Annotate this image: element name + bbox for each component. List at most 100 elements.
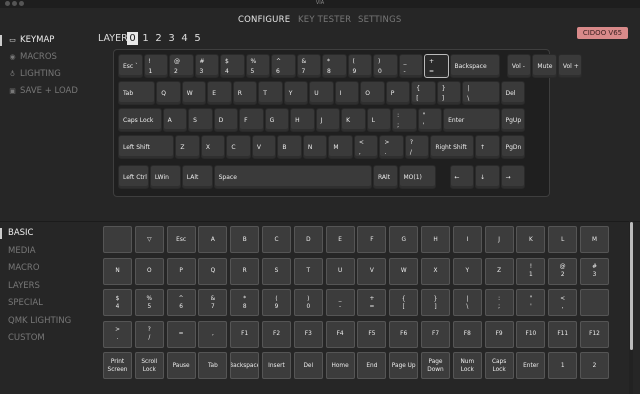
key-row2-12[interactable]: }] (436, 81, 462, 105)
keycode-2-6[interactable]: ) 0 (293, 289, 323, 316)
key-row4-8[interactable]: <, (353, 135, 379, 159)
layer-1-button[interactable]: 1 (140, 32, 151, 45)
key-row2-13[interactable]: | \ (462, 81, 500, 105)
keycode-4-15[interactable]: 2 (580, 352, 609, 379)
key-row2-1[interactable]: Q (156, 81, 181, 105)
keycode-0-7[interactable]: E (325, 226, 355, 253)
layer-4-button[interactable]: 4 (179, 32, 190, 45)
keycode-3-5[interactable]: F2 (262, 320, 291, 348)
key-row1-13[interactable]: Backspace (449, 54, 500, 78)
keycode-0-3[interactable]: A (198, 226, 228, 253)
keycode-0-10[interactable]: H (421, 226, 450, 253)
category-basic[interactable]: BASIC (8, 228, 33, 238)
keycode-2-14[interactable]: <, (548, 289, 578, 316)
keycode-4-14[interactable]: 1 (548, 352, 578, 379)
keycode-0-0[interactable] (103, 226, 132, 253)
keycode-0-12[interactable]: J (484, 226, 514, 253)
keycode-3-12[interactable]: F9 (484, 320, 514, 348)
key-row1-10[interactable]: ) 0 (373, 54, 398, 78)
keycode-1-9[interactable]: W (389, 257, 419, 285)
key-row4-11[interactable]: Right Shift (430, 135, 474, 159)
key-row2-10[interactable]: P (385, 81, 411, 105)
key-row5-3[interactable]: Space (213, 165, 372, 189)
key-row3-5[interactable]: G (264, 108, 290, 132)
key-row2-11[interactable]: {[ (411, 81, 436, 105)
key-row1-9[interactable]: (9 (347, 54, 372, 78)
keycode-2-7[interactable]: _ - (325, 289, 355, 316)
keycode-4-11[interactable]: Num Lock (452, 352, 482, 379)
keycode-2-12[interactable]: :; (484, 289, 514, 316)
category-custom[interactable]: CUSTOM (8, 333, 45, 343)
keycode-2-13[interactable]: " ' (516, 289, 546, 316)
key-row4-2[interactable]: X (200, 135, 226, 159)
key-row3-6[interactable]: H (290, 108, 315, 132)
keycode-1-3[interactable]: Q (198, 257, 228, 285)
key-row1-0[interactable]: Esc ` (118, 54, 143, 78)
tab-configure[interactable]: CONFIGURE (238, 15, 290, 25)
key-row5-4[interactable]: RAlt (373, 165, 398, 189)
key-row5-6[interactable]: ← (449, 165, 474, 189)
key-row3-12[interactable]: Enter (443, 108, 500, 132)
layer-2-button[interactable]: 2 (153, 32, 164, 45)
key-row1-12[interactable]: + = (424, 54, 449, 78)
keycode-4-12[interactable]: Caps Lock (484, 352, 514, 379)
key-row3-9[interactable]: L (366, 108, 392, 132)
keycode-1-6[interactable]: T (293, 257, 323, 285)
key-row4-0[interactable]: Left Shift (118, 135, 175, 159)
key-row2-6[interactable]: Y (283, 81, 309, 105)
key-row3-7[interactable]: J (315, 108, 341, 132)
keycode-0-13[interactable]: K (516, 226, 546, 253)
keycode-1-12[interactable]: Z (484, 257, 514, 285)
keycode-3-8[interactable]: F5 (357, 320, 387, 348)
keycode-2-15[interactable] (580, 289, 609, 316)
keycode-2-1[interactable]: % 5 (134, 289, 164, 316)
keycode-3-0[interactable]: >. (103, 320, 132, 348)
key-row1-2[interactable]: @2 (169, 54, 194, 78)
key-row4-12[interactable]: ↑ (475, 135, 500, 159)
keycode-0-1[interactable]: ▽ (134, 226, 164, 253)
key-row3-0[interactable]: Caps Lock (118, 108, 162, 132)
keycode-4-0[interactable]: Print Screen (103, 352, 132, 379)
keycode-0-4[interactable]: B (230, 226, 260, 253)
keycode-0-14[interactable]: L (548, 226, 578, 253)
keycode-1-10[interactable]: X (421, 257, 450, 285)
keycode-3-15[interactable]: F12 (580, 320, 609, 348)
keycode-4-10[interactable]: Page Down (421, 352, 450, 379)
keycode-4-3[interactable]: Tab (198, 352, 228, 379)
keycode-3-11[interactable]: F8 (452, 320, 482, 348)
keycode-3-7[interactable]: F4 (325, 320, 355, 348)
key-row3-13[interactable]: PgUp (500, 108, 525, 132)
keycode-3-1[interactable]: ? / (134, 320, 164, 348)
key-row1-7[interactable]: & 7 (296, 54, 321, 78)
key-row3-4[interactable]: F (239, 108, 264, 132)
layer-5-button[interactable]: 5 (192, 32, 203, 45)
key-row1-5[interactable]: % 5 (245, 54, 270, 78)
key-row2-8[interactable]: I (334, 81, 360, 105)
keycode-0-2[interactable]: Esc (166, 226, 196, 253)
key-row5-2[interactable]: LAlt (181, 165, 213, 189)
keycode-1-7[interactable]: U (325, 257, 355, 285)
keycode-1-4[interactable]: R (230, 257, 260, 285)
key-row4-7[interactable]: M (328, 135, 353, 159)
layer-3-button[interactable]: 3 (166, 32, 177, 45)
keycode-3-9[interactable]: F6 (389, 320, 419, 348)
sidebar-item-save-load[interactable]: ▣ SAVE + LOAD (8, 86, 78, 96)
keycode-0-6[interactable]: D (293, 226, 323, 253)
sidebar-item-macros[interactable]: ◉ MACROS (8, 52, 57, 62)
tab-settings[interactable]: SETTINGS (358, 15, 401, 25)
key-row2-9[interactable]: O (360, 81, 385, 105)
key-row1-4[interactable]: $4 (220, 54, 245, 78)
key-row3-2[interactable]: S (188, 108, 213, 132)
keycode-1-14[interactable]: @2 (548, 257, 578, 285)
key-row1-11[interactable]: _ - (398, 54, 423, 78)
key-row3-1[interactable]: A (162, 108, 188, 132)
keycode-1-0[interactable]: N (103, 257, 132, 285)
tab-key-tester[interactable]: KEY TESTER (298, 15, 351, 25)
keycode-3-3[interactable]: , (198, 320, 228, 348)
keycode-0-5[interactable]: C (262, 226, 291, 253)
layer-0-button[interactable]: 0 (127, 32, 138, 45)
keycode-2-11[interactable]: | \ (452, 289, 482, 316)
keycode-4-1[interactable]: Scroll Lock (134, 352, 164, 379)
key-row5-8[interactable]: → (500, 165, 525, 189)
key-row4-9[interactable]: >. (379, 135, 404, 159)
